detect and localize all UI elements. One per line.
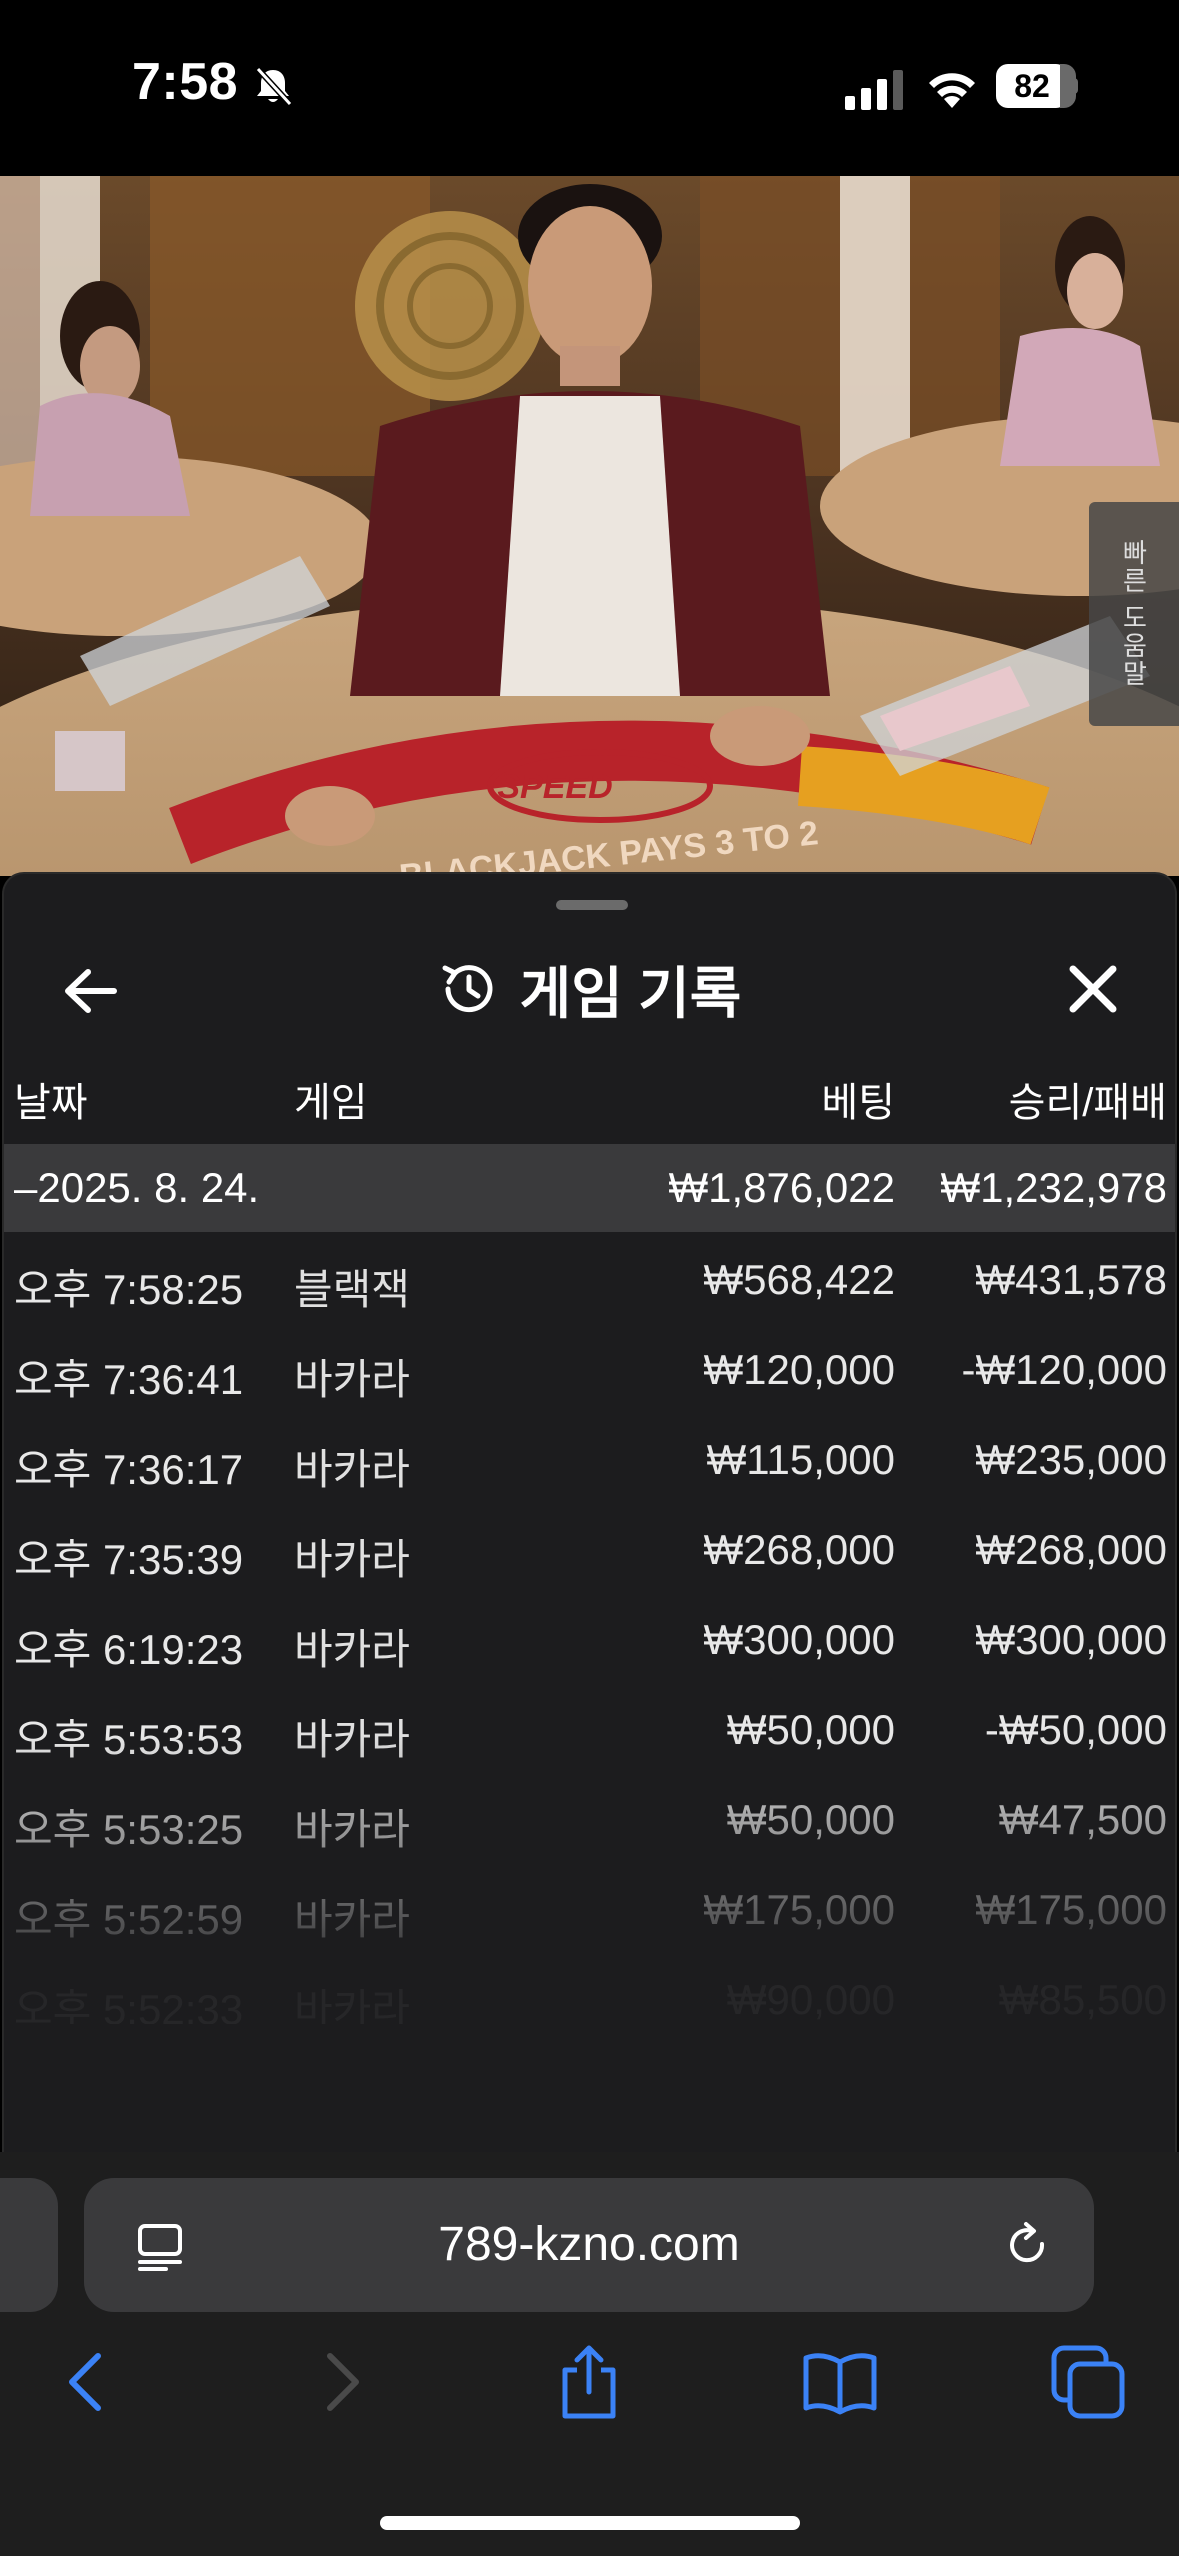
row-time: 오후 7:36:41 [14,1356,244,1403]
row-win-loss: ₩175,000 [975,1886,1167,1933]
screen: 7:58 82 SPEED BLACKJACK PAYS 3 TO 2 빠른 도… [0,0,1179,2556]
home-indicator[interactable] [380,2516,800,2530]
row-time: 오후 5:52:33 [14,1986,244,2024]
history-row[interactable]: 오후 5:52:59 바카라 ₩175,000 ₩175,000 [4,1864,1175,1954]
row-bet: ₩90,000 [726,1976,895,2023]
column-headers: 날짜 게임 베팅 승리/패배 [4,1070,1175,1130]
row-time: 오후 7:58:25 [14,1266,244,1313]
row-game: 바카라 [294,1716,410,1763]
browser-chrome: 789-kzno.com [0,2152,1179,2556]
battery-indicator: 82 [996,64,1078,108]
row-time: 오후 5:53:25 [14,1806,244,1853]
row-bet: ₩50,000 [726,1706,895,1753]
row-game: 바카라 [294,1626,410,1673]
row-win-loss: ₩300,000 [975,1616,1167,1663]
row-game: 블랙잭 [294,1266,410,1313]
sheet-title: 게임 기록 [519,961,742,1025]
row-game: 바카라 [294,1896,410,1943]
history-row[interactable]: 오후 7:58:25 블랙잭 ₩568,422 ₩431,578 [4,1234,1175,1324]
status-time: 7:58 [132,53,239,111]
row-time: 오후 7:36:17 [14,1446,244,1493]
summary-win-loss: ₩1,232,978 [940,1164,1168,1211]
row-time: 오후 5:53:53 [14,1716,244,1763]
battery-level: 82 [996,64,1068,108]
history-row[interactable]: 오후 5:52:33 바카라 ₩90,000 ₩85,500 [4,1954,1175,2024]
row-game: 바카라 [294,1806,410,1853]
row-win-loss: -₩120,000 [961,1346,1167,1393]
history-row[interactable]: 오후 5:53:53 바카라 ₩50,000 -₩50,000 [4,1684,1175,1774]
previous-tab-peek[interactable] [0,2178,58,2312]
dealer-scene-image: SPEED BLACKJACK PAYS 3 TO 2 [0,176,1179,876]
row-time: 오후 6:19:23 [14,1626,244,1673]
url-text: 789-kzno.com [438,2218,740,2271]
forward-icon[interactable] [300,2342,380,2422]
row-bet: ₩115,000 [706,1436,895,1483]
column-bet: 베팅 [821,1081,895,1125]
title-group: 게임 기록 [4,934,1175,1044]
game-history-sheet: 게임 기록 날짜 게임 베팅 승리/패배 –2025. 8. 24. ₩1,87… [2,872,1177,2152]
row-bet: ₩300,000 [703,1616,895,1663]
row-bet: ₩120,000 [703,1346,895,1393]
cellular-signal-icon [845,70,903,110]
history-list[interactable]: 오후 7:58:25 블랙잭 ₩568,422 ₩431,578 오후 7:36… [4,1234,1175,2024]
quick-help-label: 빠른 도움말 [1118,539,1149,689]
row-win-loss: ₩235,000 [975,1436,1167,1483]
live-dealer-video[interactable]: SPEED BLACKJACK PAYS 3 TO 2 빠른 도움말 [0,176,1179,876]
column-date: 날짜 [14,1081,88,1125]
bell-muted-icon [255,66,293,107]
row-bet: ₩175,000 [703,1886,895,1933]
reload-icon[interactable] [1002,2220,1054,2272]
row-game: 바카라 [294,1446,410,1493]
row-win-loss: ₩431,578 [975,1256,1167,1303]
row-win-loss: ₩85,500 [998,1976,1167,2023]
browser-toolbar [0,2342,1179,2452]
quick-help-tab[interactable]: 빠른 도움말 [1089,502,1179,726]
back-icon[interactable] [48,2342,128,2422]
table-logo: SPEED [497,768,612,806]
back-arrow-icon[interactable] [52,956,132,1026]
summary-date: –2025. 8. 24. [14,1164,260,1211]
sheet-header: 게임 기록 [4,934,1175,1044]
address-bar[interactable]: 789-kzno.com [84,2178,1094,2312]
close-icon[interactable] [1053,956,1133,1026]
row-win-loss: ₩268,000 [975,1526,1167,1573]
column-game: 게임 [294,1081,368,1125]
bookmarks-icon[interactable] [800,2342,880,2422]
row-win-loss: -₩50,000 [984,1706,1167,1753]
row-bet: ₩50,000 [726,1796,895,1843]
row-time: 오후 5:52:59 [14,1896,244,1943]
history-icon [442,965,493,1013]
wifi-icon [929,73,975,108]
history-row[interactable]: 오후 6:19:23 바카라 ₩300,000 ₩300,000 [4,1594,1175,1684]
summary-bet: ₩1,876,022 [668,1164,896,1211]
row-game: 바카라 [294,1536,410,1583]
row-bet: ₩568,422 [703,1256,895,1303]
row-bet: ₩268,000 [703,1526,895,1573]
status-bar: 7:58 82 [0,0,1179,176]
history-row[interactable]: 오후 7:35:39 바카라 ₩268,000 ₩268,000 [4,1504,1175,1594]
row-win-loss: ₩47,500 [998,1796,1167,1843]
history-row[interactable]: 오후 7:36:41 바카라 ₩120,000 -₩120,000 [4,1324,1175,1414]
row-game: 바카라 [294,1356,410,1403]
tabs-icon[interactable] [1048,2342,1128,2422]
sheet-grabber[interactable] [556,900,628,910]
column-win-loss: 승리/패배 [1008,1081,1167,1125]
history-row[interactable]: 오후 7:36:17 바카라 ₩115,000 ₩235,000 [4,1414,1175,1504]
date-summary-row[interactable]: –2025. 8. 24. ₩1,876,022 ₩1,232,978 [4,1144,1175,1232]
share-icon[interactable] [549,2342,629,2422]
row-time: 오후 7:35:39 [14,1536,244,1583]
history-row[interactable]: 오후 5:53:25 바카라 ₩50,000 ₩47,500 [4,1774,1175,1864]
row-game: 바카라 [294,1986,410,2024]
